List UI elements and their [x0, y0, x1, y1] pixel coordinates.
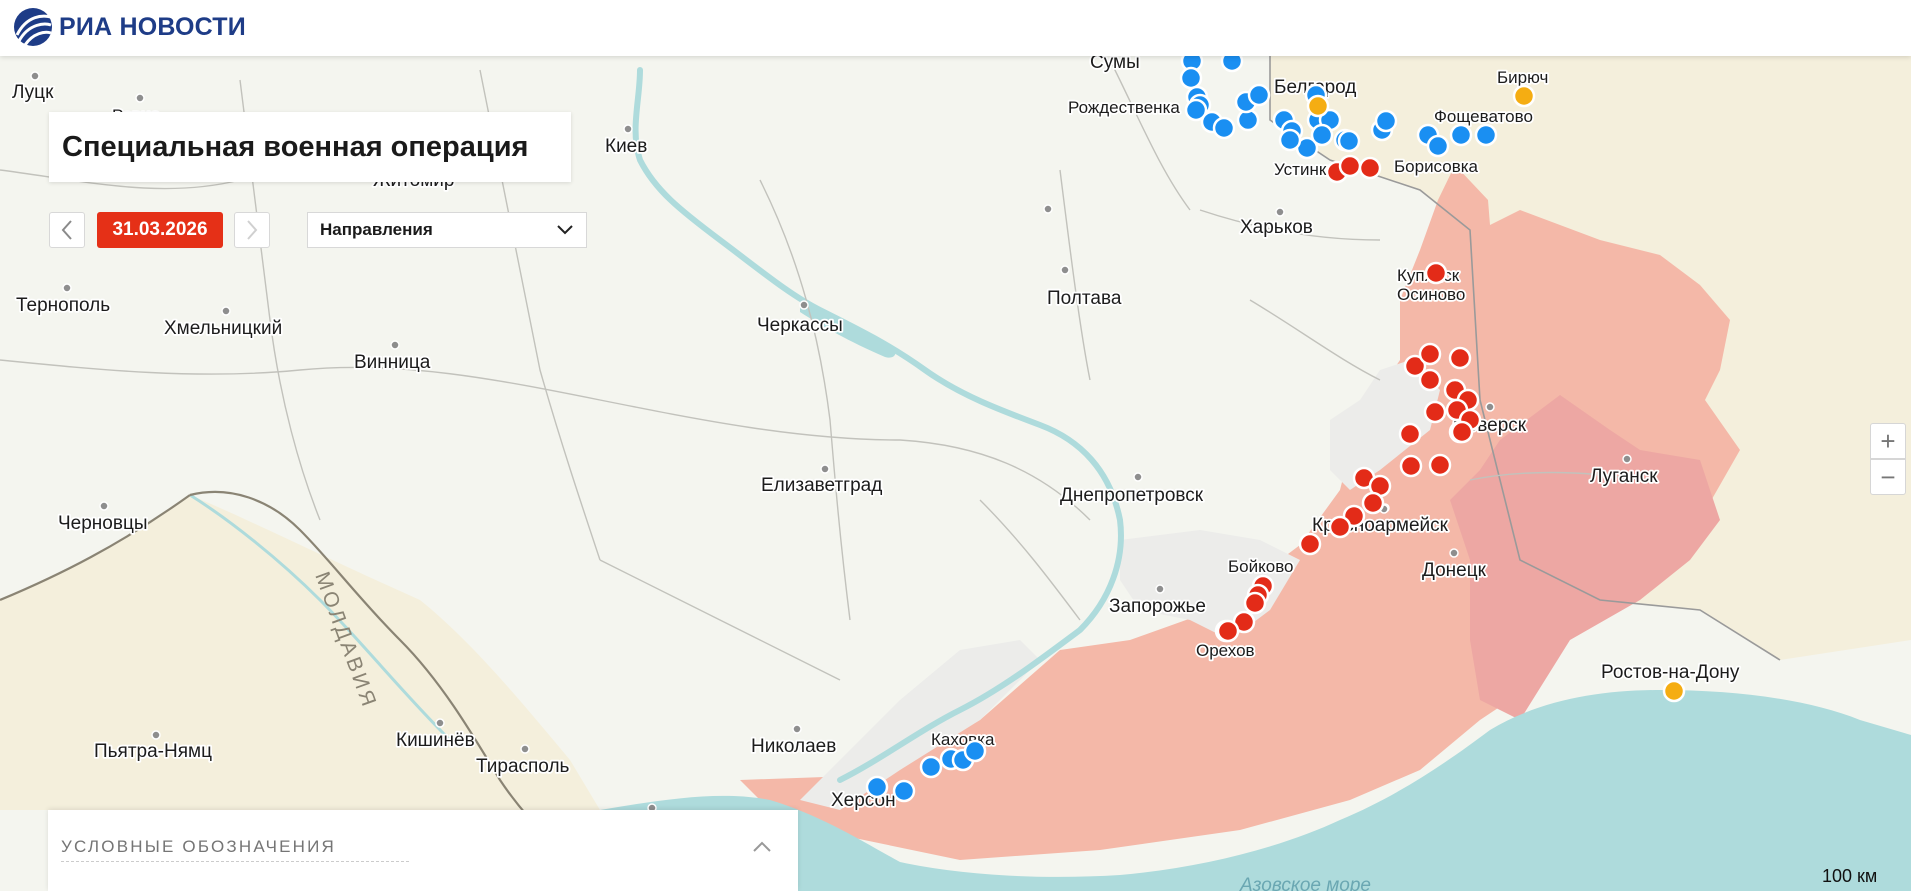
marker-blue: [1247, 83, 1271, 107]
marker-red: [1216, 619, 1240, 643]
direction-select-value: Направления: [320, 220, 433, 239]
marker-red: [1361, 491, 1385, 515]
city-lutsk: Луцк: [12, 82, 54, 103]
marker-red: [1450, 420, 1474, 444]
city-rozhdestvenka: Рождественка: [1068, 98, 1180, 117]
city-nikolaev: Николаев: [751, 736, 836, 757]
marker-red: [1418, 368, 1442, 392]
city-elizavetgrad: Елизаветград: [761, 475, 882, 496]
marker-red: [1243, 591, 1267, 615]
city-kishinev: Кишинёв: [396, 730, 475, 751]
zoom-in-button[interactable]: +: [1870, 423, 1906, 459]
city-kiev: Киев: [605, 136, 647, 157]
marker-blue: [1337, 129, 1361, 153]
marker-blue: [892, 779, 916, 803]
city-orekhov: Орехов: [1196, 641, 1255, 660]
city-rostov: Ростов-на-Дону: [1601, 662, 1740, 683]
marker-blue: [1426, 134, 1450, 158]
top-bar: РИА НОВОСТИ: [0, 0, 1911, 56]
city-piatra-neamt: Пьятра-Нямц: [94, 741, 212, 762]
city-ternopol: Тернополь: [16, 295, 110, 316]
city-khmelnitsky: Хмельницкий: [164, 318, 282, 339]
city-borisovka: Борисовка: [1394, 157, 1479, 176]
marker-red: [1423, 400, 1447, 424]
marker-red: [1448, 346, 1472, 370]
marker-blue: [1212, 116, 1236, 140]
marker-yellow: [1306, 94, 1330, 118]
marker-blue: [963, 739, 987, 763]
marker-yellow: [1662, 679, 1686, 703]
marker-red: [1399, 454, 1423, 478]
marker-blue: [1278, 128, 1302, 152]
marker-red: [1328, 515, 1352, 539]
title-panel: Специальная военная операция: [49, 112, 571, 182]
marker-red: [1398, 422, 1422, 446]
city-tiraspol: Тирасполь: [476, 756, 570, 777]
ria-logo[interactable]: РИА НОВОСТИ: [13, 7, 246, 47]
city-dnepropetrovsk: Днепропетровск: [1060, 485, 1204, 506]
logo-text: РИА НОВОСТИ: [59, 12, 246, 41]
marker-red: [1338, 154, 1362, 178]
next-date-button[interactable]: [234, 212, 270, 248]
legend-panel: УСЛОВНЫЕ ОБОЗНАЧЕНИЯ: [48, 810, 798, 891]
chevron-down-icon: [557, 225, 573, 235]
city-zaporozhye: Запорожье: [1109, 596, 1206, 617]
prev-date-button[interactable]: [49, 212, 85, 248]
chevron-left-icon: [61, 220, 72, 240]
city-lugansk: Луганск: [1590, 466, 1658, 487]
city-vinnitsa: Винница: [354, 352, 431, 373]
marker-red: [1358, 156, 1382, 180]
city-osinovo: Осиново: [1397, 285, 1465, 304]
marker-red: [1428, 453, 1452, 477]
current-date-badge[interactable]: 31.03.2026: [97, 212, 223, 248]
map-scale-label: 100 км: [1822, 866, 1878, 886]
page-title: Специальная военная операция: [62, 130, 529, 163]
chevron-up-icon[interactable]: [750, 835, 774, 859]
marker-red: [1424, 261, 1448, 285]
ria-globe-logo-icon: [14, 8, 52, 46]
marker-red: [1298, 532, 1322, 556]
marker-red: [1418, 342, 1442, 366]
city-kakhovka: Каховка: [931, 730, 995, 749]
chevron-right-icon: [247, 220, 258, 240]
city-foshchevatovo: Фощеватово: [1434, 107, 1533, 126]
marker-blue: [1374, 109, 1398, 133]
marker-blue: [1474, 123, 1498, 147]
city-chernovtsy: Черновцы: [58, 513, 148, 534]
city-kharkov: Харьков: [1240, 217, 1313, 238]
sea-label-azov: Азовское море: [1239, 875, 1371, 891]
marker-blue: [1179, 66, 1203, 90]
city-biryuch: Бирюч: [1497, 68, 1548, 87]
marker-blue: [1310, 123, 1334, 147]
marker-blue: [1449, 123, 1473, 147]
direction-select[interactable]: Направления: [307, 212, 587, 248]
legend-title: УСЛОВНЫЕ ОБОЗНАЧЕНИЯ: [61, 837, 337, 856]
zoom-out-button[interactable]: −: [1870, 459, 1906, 495]
city-donetsk: Донецк: [1422, 560, 1487, 581]
city-boykovo: Бойково: [1228, 557, 1294, 576]
marker-yellow: [1512, 84, 1536, 108]
marker-blue: [865, 775, 889, 799]
city-poltava: Полтава: [1047, 288, 1122, 309]
city-cherkassy: Черкассы: [757, 315, 843, 336]
legend-title-underline: [61, 861, 409, 862]
marker-blue: [919, 755, 943, 779]
